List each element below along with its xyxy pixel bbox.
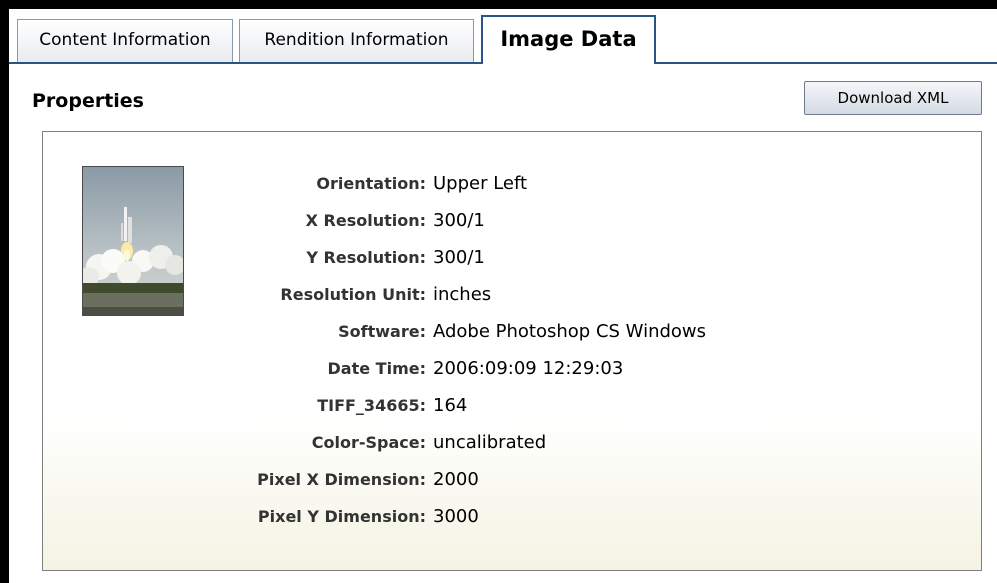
property-value: 2000 — [433, 469, 479, 490]
property-row: Y Resolution 300/1 — [43, 246, 981, 283]
property-label: Date Time — [328, 357, 426, 381]
tab-content-information[interactable]: Content Information — [17, 19, 233, 62]
property-value: 164 — [433, 395, 468, 416]
property-label: Software — [338, 320, 426, 344]
property-value: 2006:09:09 12:29:03 — [433, 358, 624, 379]
property-value: 300/1 — [433, 210, 485, 231]
properties-list: Orientation Upper Left X Resolution 300/… — [43, 172, 981, 542]
property-label: Orientation — [316, 172, 426, 196]
properties-panel: Orientation Upper Left X Resolution 300/… — [42, 131, 982, 571]
property-label: TIFF_34665 — [317, 394, 426, 418]
property-row: Color-Space uncalibrated — [43, 431, 981, 468]
property-row: Pixel X Dimension 2000 — [43, 468, 981, 505]
property-label: Resolution Unit — [280, 283, 426, 307]
property-label: Pixel X Dimension — [257, 468, 426, 492]
property-label: Color-Space — [312, 431, 426, 455]
property-row: Date Time 2006:09:09 12:29:03 — [43, 357, 981, 394]
tab-bar: Content Information Rendition Informatio… — [9, 9, 997, 64]
property-row: Pixel Y Dimension 3000 — [43, 505, 981, 542]
property-row: X Resolution 300/1 — [43, 209, 981, 246]
property-value: Adobe Photoshop CS Windows — [433, 321, 707, 342]
property-row: Software Adobe Photoshop CS Windows — [43, 320, 981, 357]
tab-image-data[interactable]: Image Data — [481, 15, 656, 64]
property-label: X Resolution — [306, 209, 426, 233]
property-value: inches — [433, 284, 492, 305]
property-label: Pixel Y Dimension — [258, 505, 426, 529]
download-xml-button[interactable]: Download XML — [804, 81, 982, 115]
property-value: 3000 — [433, 506, 479, 527]
property-row: TIFF_34665 164 — [43, 394, 981, 431]
property-row: Orientation Upper Left — [43, 172, 981, 209]
property-value: uncalibrated — [433, 432, 547, 453]
tab-rendition-information[interactable]: Rendition Information — [239, 19, 474, 62]
properties-heading: Properties — [32, 90, 144, 112]
property-value: 300/1 — [433, 247, 485, 268]
property-label: Y Resolution — [306, 246, 426, 270]
property-value: Upper Left — [433, 173, 528, 194]
property-row: Resolution Unit inches — [43, 283, 981, 320]
